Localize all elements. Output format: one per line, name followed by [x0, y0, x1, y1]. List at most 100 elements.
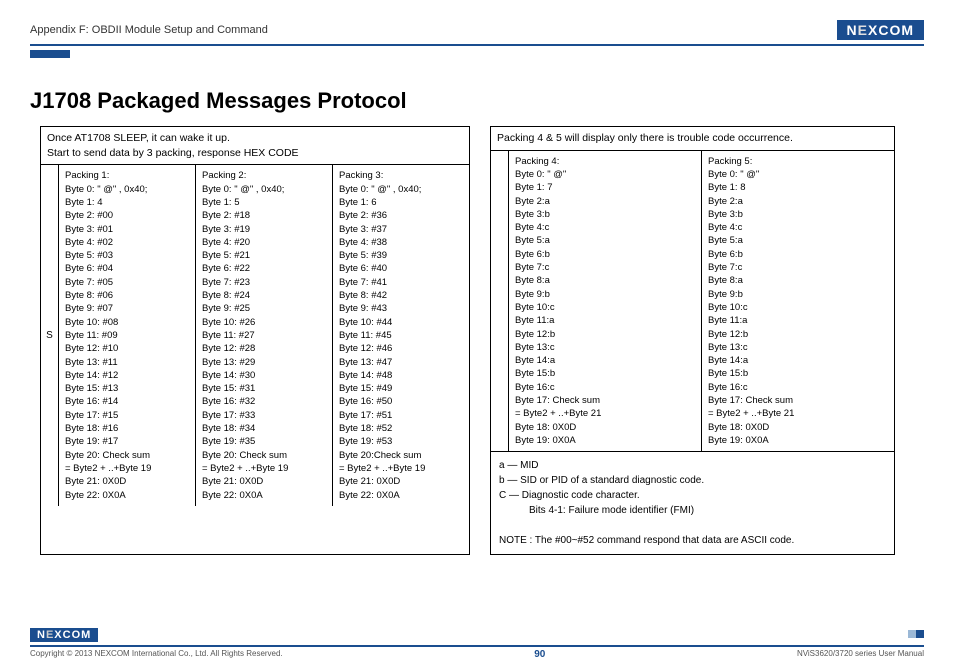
byte-line: Byte 9: #43 — [339, 302, 463, 315]
packing-col-title: Packing 2: — [202, 169, 326, 182]
byte-line: Byte 14: #48 — [339, 369, 463, 382]
byte-line: Byte 18: #52 — [339, 422, 463, 435]
byte-line: Byte 8:a — [515, 274, 695, 287]
byte-line: Byte 10: #44 — [339, 316, 463, 329]
byte-line: Byte 16: #32 — [202, 395, 326, 408]
byte-line: Byte 8: #24 — [202, 289, 326, 302]
byte-line: Byte 5: #21 — [202, 249, 326, 262]
byte-line: Byte 7:c — [708, 261, 888, 274]
packing-column: Packing 4:Byte 0: " @"Byte 1: 7Byte 2:aB… — [509, 151, 702, 452]
byte-line: Byte 6:b — [708, 248, 888, 261]
byte-line: Byte 10:c — [515, 301, 695, 314]
byte-line: Byte 3: #37 — [339, 223, 463, 236]
byte-line: Byte 5:a — [515, 234, 695, 247]
page-footer: NEXCOM Copyright © 2013 NEXCOM Internati… — [30, 628, 924, 660]
byte-line: Byte 4:c — [515, 221, 695, 234]
byte-line: Byte 17: #15 — [65, 409, 189, 422]
byte-line: Byte 19: #35 — [202, 435, 326, 448]
byte-line: Byte 5:a — [708, 234, 888, 247]
byte-line: Byte 12: #28 — [202, 342, 326, 355]
packing-column: Packing 5:Byte 0: " @"Byte 1: 8Byte 2:aB… — [702, 151, 894, 452]
byte-line: Byte 12:b — [708, 328, 888, 341]
byte-line: Byte 16: #14 — [65, 395, 189, 408]
block2-intro: Packing 4 & 5 will display only there is… — [491, 127, 894, 151]
note-ascii: NOTE : The #00~#52 command respond that … — [499, 533, 886, 548]
byte-line: Byte 1: 4 — [65, 196, 189, 209]
content-columns: Once AT1708 SLEEP, it can wake it up. St… — [30, 126, 924, 555]
byte-line: Byte 15:b — [515, 367, 695, 380]
packing-column: Packing 1:Byte 0: " @" , 0x40;Byte 1: 4B… — [59, 165, 196, 505]
packing-block-2: Packing 4 & 5 will display only there is… — [490, 126, 895, 555]
byte-line: Byte 12: #10 — [65, 342, 189, 355]
byte-line: Byte 16:c — [708, 381, 888, 394]
byte-line: Byte 4:c — [708, 221, 888, 234]
byte-line: Byte 2: #36 — [339, 209, 463, 222]
byte-line: Byte 11: #09 — [65, 329, 189, 342]
byte-line: Byte 21: 0X0D — [339, 475, 463, 488]
byte-line: Byte 0: " @" , 0x40; — [339, 183, 463, 196]
page-number: 90 — [534, 649, 545, 660]
byte-line: Byte 6: #04 — [65, 262, 189, 275]
byte-line: Byte 9: #07 — [65, 302, 189, 315]
byte-line: Byte 15: #49 — [339, 382, 463, 395]
manual-name: NViS3620/3720 series User Manual — [797, 649, 924, 660]
byte-line: Byte 17: #33 — [202, 409, 326, 422]
byte-line: Byte 20: Check sum — [202, 449, 326, 462]
byte-line: Byte 13:c — [708, 341, 888, 354]
byte-line: Byte 16:c — [515, 381, 695, 394]
byte-line: Byte 5: #03 — [65, 249, 189, 262]
byte-line: Byte 10:c — [708, 301, 888, 314]
byte-line: Byte 13: #29 — [202, 356, 326, 369]
byte-line: Byte 19: #17 — [65, 435, 189, 448]
byte-line: Byte 9: #25 — [202, 302, 326, 315]
side-label-s: S — [41, 165, 59, 505]
byte-line: Byte 3: #19 — [202, 223, 326, 236]
byte-line: Byte 13: #11 — [65, 356, 189, 369]
byte-line: Byte 11:a — [708, 314, 888, 327]
packing-col-title: Packing 3: — [339, 169, 463, 182]
byte-line: Byte 1: 7 — [515, 181, 695, 194]
byte-line: Byte 10: #26 — [202, 316, 326, 329]
byte-line: Byte 18: 0X0D — [515, 421, 695, 434]
byte-line: Byte 18: #34 — [202, 422, 326, 435]
byte-line: Byte 18: #16 — [65, 422, 189, 435]
byte-line: Byte 6: #40 — [339, 262, 463, 275]
byte-line: Byte 20:Check sum — [339, 449, 463, 462]
byte-line: Byte 17: Check sum — [708, 394, 888, 407]
footer-logo: NEXCOM — [30, 628, 98, 642]
packing-col-title: Packing 5: — [708, 155, 888, 168]
footer-deco — [908, 630, 924, 641]
byte-line: Byte 4: #38 — [339, 236, 463, 249]
byte-line: Byte 21: 0X0D — [65, 475, 189, 488]
byte-line: Byte 19: 0X0A — [515, 434, 695, 447]
note-c: C — Diagnostic code character. — [499, 488, 886, 503]
byte-line: Byte 14:a — [708, 354, 888, 367]
byte-line: Byte 2:a — [515, 195, 695, 208]
byte-line: Byte 22: 0X0A — [65, 489, 189, 502]
packing-column: Packing 2:Byte 0: " @" , 0x40;Byte 1: 5B… — [196, 165, 333, 505]
byte-line: Byte 7: #23 — [202, 276, 326, 289]
byte-line: Byte 17: Check sum — [515, 394, 695, 407]
byte-line: Byte 6: #22 — [202, 262, 326, 275]
byte-line: Byte 7:c — [515, 261, 695, 274]
byte-line: Byte 2:a — [708, 195, 888, 208]
byte-line: Byte 15: #13 — [65, 382, 189, 395]
byte-line: Byte 12: #46 — [339, 342, 463, 355]
byte-line: Byte 9:b — [515, 288, 695, 301]
byte-line: Byte 11:a — [515, 314, 695, 327]
legend-notes: a — MID b — SID or PID of a standard dia… — [491, 451, 894, 554]
byte-line: Byte 0: " @" — [515, 168, 695, 181]
byte-line: Byte 2: #18 — [202, 209, 326, 222]
byte-line: Byte 21: 0X0D — [202, 475, 326, 488]
byte-line: Byte 19: 0X0A — [708, 434, 888, 447]
block1-intro: Once AT1708 SLEEP, it can wake it up. St… — [41, 127, 469, 165]
packing-block-1: Once AT1708 SLEEP, it can wake it up. St… — [40, 126, 470, 555]
byte-line: Byte 8:a — [708, 274, 888, 287]
copyright: Copyright © 2013 NEXCOM International Co… — [30, 649, 283, 660]
byte-line: Byte 8: #06 — [65, 289, 189, 302]
byte-line: Byte 4: #20 — [202, 236, 326, 249]
byte-line: Byte 4: #02 — [65, 236, 189, 249]
byte-line: Byte 13: #47 — [339, 356, 463, 369]
byte-line: Byte 0: " @" — [708, 168, 888, 181]
byte-line: Byte 17: #51 — [339, 409, 463, 422]
